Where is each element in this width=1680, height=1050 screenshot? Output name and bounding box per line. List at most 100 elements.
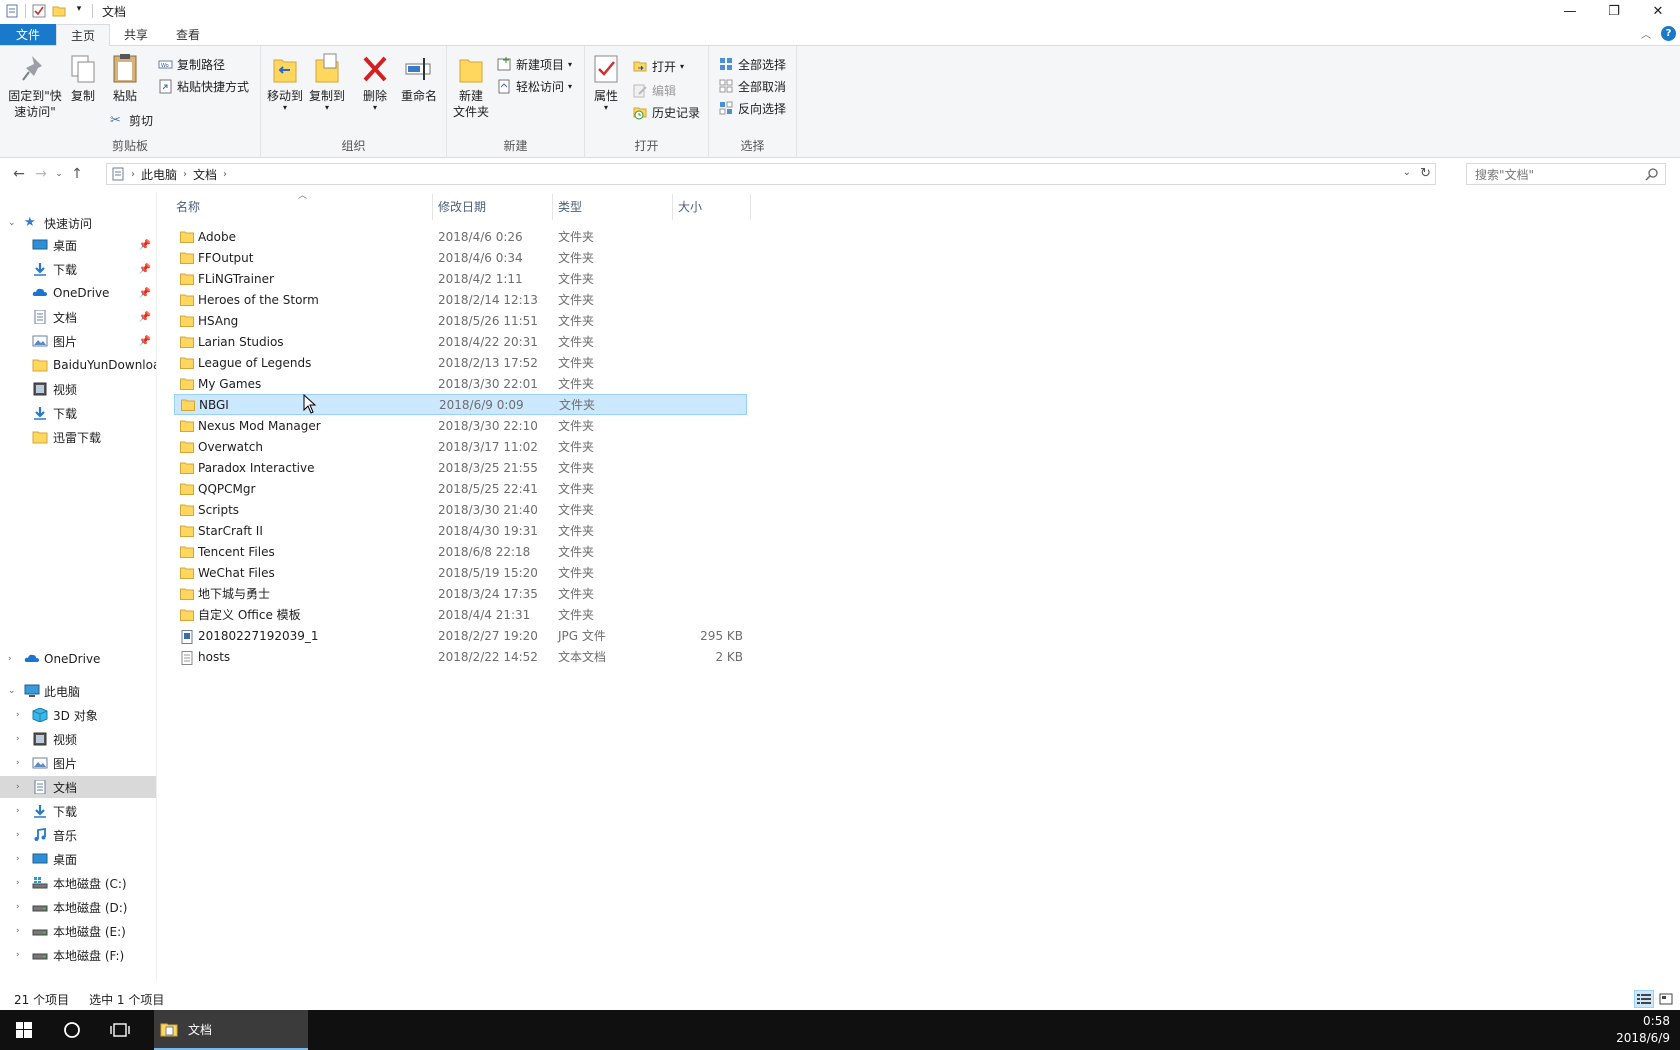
cut-button[interactable]: ✂ 剪切	[110, 110, 153, 130]
file-row[interactable]: Nexus Mod Manager 2018/3/30 22:10 文件夹	[174, 415, 747, 436]
pin-icon[interactable]: 📌	[139, 336, 151, 347]
file-row[interactable]: Scripts 2018/3/30 21:40 文件夹	[174, 499, 747, 520]
file-row[interactable]: 自定义 Office 模板 2018/4/4 21:31 文件夹	[174, 604, 747, 625]
file-row[interactable]: 地下城与勇士 2018/3/24 17:35 文件夹	[174, 583, 747, 604]
new-folder-icon[interactable]	[52, 4, 66, 18]
easy-access-button[interactable]: 轻松访问 ▾	[497, 76, 572, 96]
file-row[interactable]: Paradox Interactive 2018/3/25 21:55 文件夹	[174, 457, 747, 478]
back-button[interactable]: ←	[8, 163, 30, 185]
file-row[interactable]: Larian Studios 2018/4/22 20:31 文件夹	[174, 331, 747, 352]
tab-home[interactable]: 主页	[56, 24, 111, 46]
nav-pc-item[interactable]: › 桌面	[0, 848, 156, 870]
column-header-size[interactable]: 大小	[678, 192, 748, 220]
collapsed-chevron-icon[interactable]: ›	[16, 878, 20, 888]
nav-quick-item[interactable]: 下载	[0, 402, 156, 424]
paste-button[interactable]: 粘贴	[108, 52, 142, 104]
collapsed-chevron-icon[interactable]: ›	[16, 710, 20, 720]
properties-button[interactable]: 属性 ▾	[589, 52, 623, 112]
edit-button[interactable]: 编辑	[633, 80, 676, 100]
nav-pc-item[interactable]: › 本地磁盘 (C:)	[0, 872, 156, 894]
details-view-button[interactable]	[1634, 990, 1654, 1008]
nav-quick-item[interactable]: BaiduYunDownload	[0, 354, 156, 376]
collapse-ribbon-icon[interactable]: ︿	[1641, 26, 1651, 41]
collapsed-chevron-icon[interactable]: ›	[16, 950, 20, 960]
nav-quick-item[interactable]: 下载 📌	[0, 258, 156, 280]
address-dropdown-icon[interactable]: ⌄	[1403, 167, 1411, 178]
search-box[interactable]: 搜索"文档"	[1466, 163, 1666, 185]
file-row[interactable]: FFOutput 2018/4/6 0:34 文件夹	[174, 247, 747, 268]
file-row[interactable]: HSAng 2018/5/26 11:51 文件夹	[174, 310, 747, 331]
file-row[interactable]: QQPCMgr 2018/5/25 22:41 文件夹	[174, 478, 747, 499]
recent-locations-button[interactable]: ⌄	[52, 163, 66, 185]
nav-pc-item[interactable]: › 本地磁盘 (D:)	[0, 896, 156, 918]
close-button[interactable]: ✕	[1636, 0, 1680, 22]
breadcrumb-chevron-icon[interactable]: ›	[223, 169, 227, 180]
column-divider[interactable]	[750, 194, 751, 220]
nav-quick-item[interactable]: 桌面 📌	[0, 234, 156, 256]
start-button[interactable]	[0, 1010, 48, 1050]
minimize-button[interactable]: —	[1548, 0, 1592, 22]
pin-icon[interactable]: 📌	[139, 264, 151, 275]
column-header-date[interactable]: 修改日期	[438, 192, 548, 220]
collapsed-chevron-icon[interactable]: ›	[16, 830, 20, 840]
file-row[interactable]: hosts 2018/2/22 14:52 文本文档 2 KB	[174, 646, 747, 667]
file-row[interactable]: StarCraft II 2018/4/30 19:31 文件夹	[174, 520, 747, 541]
cortana-button[interactable]	[48, 1010, 96, 1050]
file-row[interactable]: My Games 2018/3/30 22:01 文件夹	[174, 373, 747, 394]
open-button[interactable]: 打开 ▾	[633, 56, 684, 76]
new-folder-button[interactable]: 新建 文件夹	[451, 52, 491, 120]
paste-shortcut-button[interactable]: 粘贴快捷方式	[158, 76, 249, 96]
copy-to-button[interactable]: 复制到 ▾	[307, 52, 347, 112]
tab-view[interactable]: 查看	[162, 24, 214, 45]
explorer-app-icon[interactable]	[5, 4, 19, 18]
nav-quick-access[interactable]: ⌄ ★ 快速访问	[0, 212, 156, 234]
refresh-icon[interactable]: ↻	[1420, 166, 1431, 181]
nav-pc-item[interactable]: › 3D 对象	[0, 704, 156, 726]
column-divider[interactable]	[552, 194, 553, 220]
file-row[interactable]: League of Legends 2018/2/13 17:52 文件夹	[174, 352, 747, 373]
address-bar[interactable]: › 此电脑 › 文档 › ⌄ ↻	[106, 163, 1436, 185]
invert-selection-button[interactable]: 反向选择	[719, 98, 786, 118]
collapsed-chevron-icon[interactable]: ›	[16, 806, 20, 816]
properties-check-icon[interactable]	[32, 4, 46, 18]
file-row[interactable]: Tencent Files 2018/6/8 22:18 文件夹	[174, 541, 747, 562]
history-button[interactable]: 历史记录	[633, 102, 700, 122]
delete-button[interactable]: 删除 ▾	[359, 52, 391, 112]
customize-toolbar-chevron-icon[interactable]: ▾	[72, 4, 86, 18]
breadcrumb-chevron-icon[interactable]: ›	[131, 169, 135, 180]
copy-path-button[interactable]: Wo 复制路径	[158, 54, 225, 74]
pin-icon[interactable]: 📌	[139, 312, 151, 323]
column-header-type[interactable]: 类型	[558, 192, 668, 220]
file-row[interactable]: NBGI 2018/6/9 0:09 文件夹	[174, 394, 747, 415]
nav-this-pc[interactable]: ⌄ 此电脑	[0, 680, 156, 702]
column-header-name[interactable]: 名称	[176, 192, 424, 220]
pin-icon[interactable]: 📌	[139, 288, 151, 299]
nav-pc-item[interactable]: › 本地磁盘 (E:)	[0, 920, 156, 942]
new-item-button[interactable]: 新建项目 ▾	[497, 54, 572, 74]
file-row[interactable]: Adobe 2018/4/6 0:26 文件夹	[174, 226, 747, 247]
help-icon[interactable]: ?	[1661, 26, 1676, 41]
nav-quick-item[interactable]: 图片 📌	[0, 330, 156, 352]
move-to-button[interactable]: 移动到 ▾	[265, 52, 305, 112]
large-icons-view-button[interactable]	[1656, 990, 1676, 1008]
collapsed-chevron-icon[interactable]: ›	[16, 782, 20, 792]
tab-share[interactable]: 共享	[110, 24, 162, 45]
expanded-chevron-icon[interactable]: ⌄	[8, 218, 16, 228]
column-divider[interactable]	[432, 194, 433, 220]
select-all-button[interactable]: 全部选择	[719, 54, 786, 74]
nav-pc-item[interactable]: › 音乐	[0, 824, 156, 846]
file-row[interactable]: Overwatch 2018/3/17 11:02 文件夹	[174, 436, 747, 457]
collapsed-chevron-icon[interactable]: ›	[16, 758, 20, 768]
collapsed-chevron-icon[interactable]: ›	[16, 902, 20, 912]
collapsed-chevron-icon[interactable]: ›	[16, 926, 20, 936]
breadcrumb-this-pc[interactable]: 此电脑	[141, 166, 177, 183]
task-view-button[interactable]	[96, 1010, 144, 1050]
nav-onedrive[interactable]: › OneDrive	[0, 648, 156, 670]
nav-quick-item[interactable]: OneDrive 📌	[0, 282, 156, 304]
system-clock[interactable]: 0:58 2018/6/9	[1616, 1013, 1670, 1047]
copy-button[interactable]: 复制	[66, 52, 100, 104]
nav-quick-item[interactable]: 文档 📌	[0, 306, 156, 328]
collapsed-chevron-icon[interactable]: ›	[16, 854, 20, 864]
file-row[interactable]: FLiNGTrainer 2018/4/2 1:11 文件夹	[174, 268, 747, 289]
expanded-chevron-icon[interactable]: ⌄	[8, 686, 16, 696]
